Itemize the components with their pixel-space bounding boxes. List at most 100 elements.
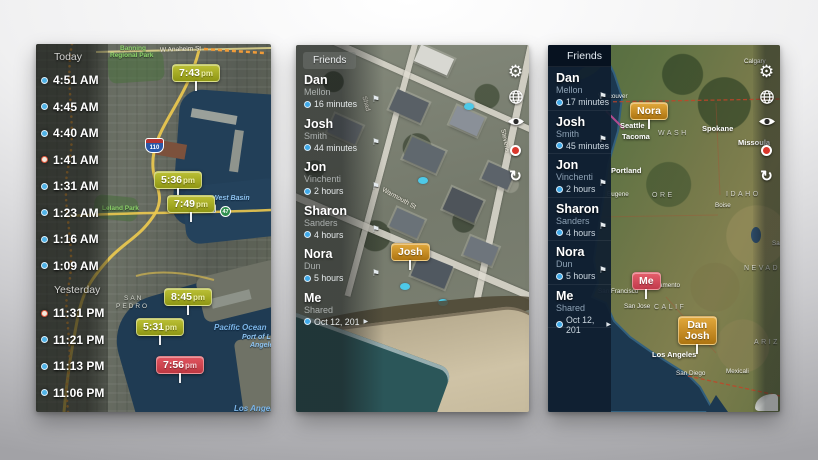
clock-dot-icon xyxy=(41,310,48,317)
time-badge[interactable]: 5:36pm xyxy=(154,171,202,189)
timeline-text: 4:45 AM xyxy=(53,100,99,114)
timeline-text: 1:41 AM xyxy=(53,153,99,167)
flag-icon: ⚑ xyxy=(372,181,380,192)
clock-dot-icon xyxy=(41,336,48,343)
timeline-text: 11:31 PM xyxy=(53,306,104,320)
time-badge[interactable]: 7:56pm xyxy=(156,356,204,374)
friend-location-badge[interactable]: Me xyxy=(632,272,661,290)
flag-icon: ⚑ xyxy=(599,134,607,145)
friends-panel: Friends Dan Mellon 16 minutes ▶ ⚑ xyxy=(296,45,384,412)
flag-icon: ⚑ xyxy=(599,221,607,232)
clock-icon xyxy=(556,99,563,106)
friend-name: Me xyxy=(556,289,611,303)
globe-icon[interactable] xyxy=(756,86,778,108)
timeline-item[interactable]: 4:45 AM xyxy=(36,94,108,121)
house xyxy=(414,45,454,76)
route-47-shield: 47 xyxy=(220,206,231,217)
map-label: Warmouth St xyxy=(381,186,418,211)
timeline-text: Today xyxy=(54,51,82,63)
visibility-eye-icon[interactable] xyxy=(756,110,778,132)
timeline-item[interactable]: 1:31 AM xyxy=(36,173,108,200)
interstate-110-shield: 110 xyxy=(145,138,164,153)
visibility-eye-icon[interactable] xyxy=(505,110,527,132)
friend-location-badge[interactable]: Dan Josh xyxy=(678,316,717,345)
timeline-item[interactable]: 11:21 PM xyxy=(36,327,108,354)
friend-row[interactable]: Nora Dun 5 hours ▶ ⚑ xyxy=(296,243,384,287)
timeline-text: 4:40 AM xyxy=(53,126,99,140)
badge-pointer xyxy=(409,260,411,270)
clock-icon xyxy=(304,231,311,238)
timeline-item[interactable]: 4:51 AM xyxy=(36,67,108,94)
timeline-text: 1:16 AM xyxy=(53,232,99,246)
map-tools: ⚙ ↻ xyxy=(753,45,780,412)
friend-row[interactable]: Jon Vinchenti 2 hours ▶ ⚑ xyxy=(296,156,384,200)
badge-pointer xyxy=(696,344,698,354)
friend-name: Jon xyxy=(556,158,611,172)
timeline-item[interactable]: 11:13 PM xyxy=(36,353,108,380)
friend-name: Sharon xyxy=(556,202,611,216)
park-area xyxy=(107,50,165,84)
timeline-item[interactable]: 1:09 AM xyxy=(36,253,108,280)
friend-name: Me xyxy=(304,291,384,305)
settings-icon[interactable]: ⚙ xyxy=(756,60,778,82)
timeline-list: Today 4:51 AM 4:45 AM 4:40 AM xyxy=(36,46,108,406)
friends-list: Dan Mellon 17 minutes ▶ ⚑ Josh Smith xyxy=(548,67,611,328)
friend-row[interactable]: Josh Smith 44 minutes ▶ ⚑ xyxy=(296,113,384,157)
timeline-item[interactable]: 1:23 AM xyxy=(36,200,108,227)
time-badge[interactable]: 7:49pm xyxy=(167,195,215,213)
clock-dot-icon xyxy=(41,236,48,243)
friends-overview-screen: VancouverCalgarySeattleTacomaWASHSpokane… xyxy=(548,45,780,412)
timeline-item[interactable]: 11:06 PM xyxy=(36,380,108,407)
refresh-icon[interactable]: ↻ xyxy=(505,165,527,187)
flag-icon: ⚑ xyxy=(372,268,380,279)
friend-last-updated: Oct 12, 201 ▶ xyxy=(304,317,384,327)
timeline-screen: 110 47 BanningRegional ParkW Anaheim StL… xyxy=(36,44,271,412)
friends-map-screen: ShadWarmouth StStevens Josh Friends Dan xyxy=(296,45,529,412)
friend-name: Nora xyxy=(556,245,611,259)
timeline-item[interactable]: 1:41 AM xyxy=(36,147,108,174)
clock-icon xyxy=(304,275,311,282)
friend-row[interactable]: Nora Dun 5 hours ▶ ⚑ xyxy=(548,241,611,285)
timeline-item[interactable]: 1:16 AM xyxy=(36,226,108,253)
pool xyxy=(464,103,474,110)
clock-dot-icon xyxy=(41,77,48,84)
badge-pointer xyxy=(190,212,192,222)
friend-location-badge[interactable]: Josh xyxy=(391,243,430,261)
globe-icon[interactable] xyxy=(505,86,527,108)
badge-pointer xyxy=(645,289,647,299)
friend-row[interactable]: Jon Vinchenti 2 hours ▶ ⚑ xyxy=(548,154,611,198)
timeline-item[interactable]: 11:31 PM xyxy=(36,300,108,327)
timeline-item[interactable]: Today xyxy=(36,46,108,67)
record-icon[interactable] xyxy=(505,139,527,161)
clock-dot-icon xyxy=(41,262,48,269)
friend-row[interactable]: Dan Mellon 17 minutes ▶ ⚑ xyxy=(548,67,611,111)
friends-header: Friends xyxy=(548,45,611,67)
friend-row[interactable]: Josh Smith 45 minutes ▶ ⚑ xyxy=(548,111,611,155)
record-icon[interactable] xyxy=(756,139,778,161)
refresh-icon[interactable]: ↻ xyxy=(756,165,778,187)
clock-dot-icon xyxy=(41,103,48,110)
timeline-item[interactable]: 4:40 AM xyxy=(36,120,108,147)
friend-row[interactable]: Sharon Sanders 4 hours ▶ ⚑ xyxy=(296,200,384,244)
friend-location-badge[interactable]: Nora xyxy=(630,102,668,120)
time-badge[interactable]: 5:31pm xyxy=(136,318,184,336)
friend-row[interactable]: Sharon Sanders 4 hours ▶ ⚑ xyxy=(548,198,611,242)
badge-pointer xyxy=(159,335,161,345)
friend-row[interactable]: Dan Mellon 16 minutes ▶ ⚑ xyxy=(296,69,384,113)
friend-name: Josh xyxy=(304,117,384,131)
timeline-item[interactable]: Yesterday xyxy=(36,279,108,300)
friend-name: Jon xyxy=(304,160,384,174)
settings-icon[interactable]: ⚙ xyxy=(505,60,527,82)
friend-row[interactable]: Me Shared Oct 12, 201 ▶ ⚑ xyxy=(548,285,611,329)
timeline-text: 4:51 AM xyxy=(53,73,99,87)
friend-name: Josh xyxy=(556,115,611,129)
time-badge[interactable]: 8:45pm xyxy=(164,288,212,306)
timeline-text: 11:21 PM xyxy=(53,333,104,347)
timeline-text: 1:31 AM xyxy=(53,179,99,193)
friend-row[interactable]: Me Shared Oct 12, 201 ▶ ⚑ xyxy=(296,287,384,331)
flag-icon: ⚑ xyxy=(599,91,607,102)
friend-subtitle: Shared xyxy=(556,303,611,314)
time-badge[interactable]: 7:43pm xyxy=(172,64,220,82)
timeline-text: 11:13 PM xyxy=(53,359,104,373)
clock-dot-icon xyxy=(41,209,48,216)
